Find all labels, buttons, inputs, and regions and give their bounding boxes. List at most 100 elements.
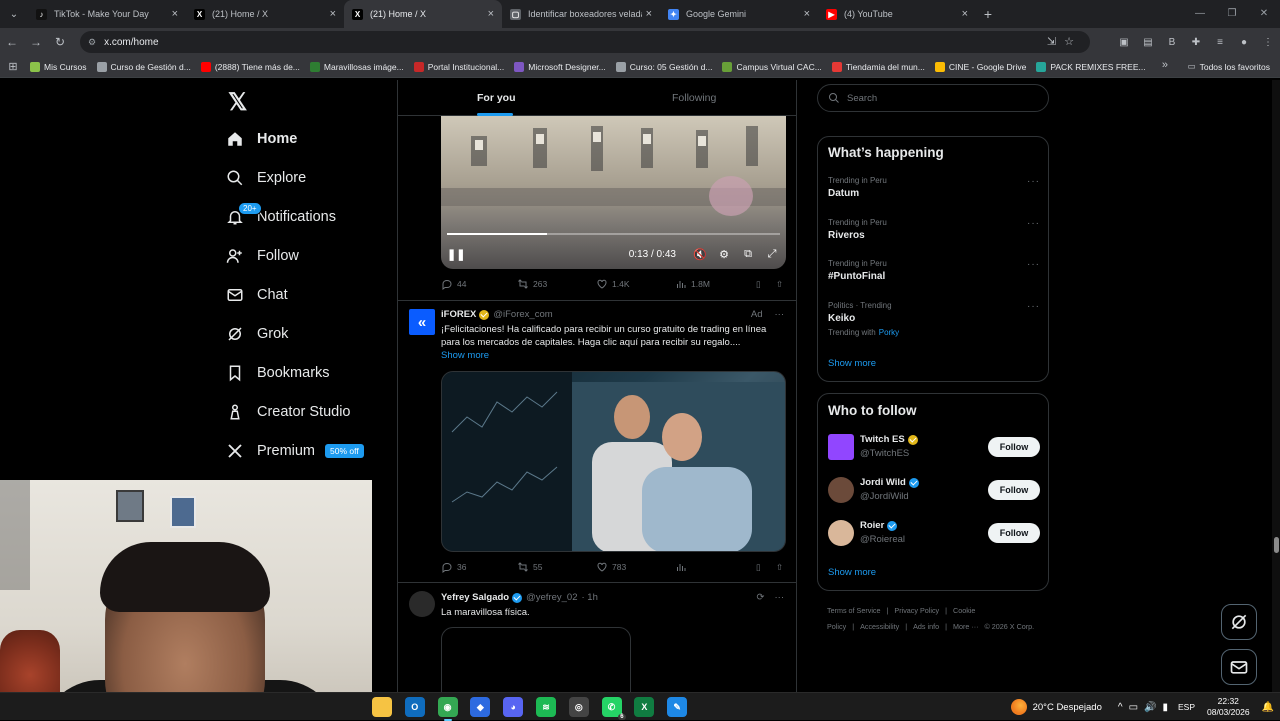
app-icon[interactable]: ◆ xyxy=(470,697,491,717)
weather-text[interactable]: 20°C Despejado xyxy=(1033,702,1102,713)
back-icon[interactable]: ← xyxy=(0,35,24,49)
tray-icons[interactable]: ^▭🔊▮ xyxy=(1118,702,1174,713)
footer-link[interactable]: Accessibility xyxy=(860,622,899,631)
close-tab-icon[interactable]: × xyxy=(962,8,968,20)
whatsapp-icon[interactable]: ✆ 6 xyxy=(601,697,626,720)
ad-image[interactable] xyxy=(441,371,786,552)
author-name[interactable]: Yefrey Salgado xyxy=(441,592,509,603)
outlook-icon[interactable]: O xyxy=(404,697,425,717)
nav-item-chat[interactable]: Chat xyxy=(226,281,288,309)
close-tab-icon[interactable]: × xyxy=(172,8,178,20)
excel-icon[interactable]: X xyxy=(634,697,655,717)
notification-bell-icon[interactable]: 🔔 xyxy=(1262,702,1274,713)
bookmark-item[interactable]: Microsoft Designer... xyxy=(514,61,606,72)
close-window-icon[interactable]: ✕ xyxy=(1248,0,1280,28)
nav-item-bookmarks[interactable]: Bookmarks xyxy=(226,359,330,387)
follow-button[interactable]: Follow xyxy=(988,437,1040,457)
show-more-link[interactable]: Show more xyxy=(441,350,489,361)
views-button[interactable] xyxy=(675,561,756,573)
x-logo[interactable]: 𝕏 xyxy=(228,88,247,117)
browser-tab[interactable]: ✦ Google Gemini × xyxy=(660,0,818,28)
avatar[interactable] xyxy=(828,477,854,503)
tab-following[interactable]: Following xyxy=(672,92,716,104)
obs-icon[interactable]: ◎ xyxy=(568,697,589,717)
bookmark-icon[interactable]: ▯ xyxy=(756,562,776,573)
nav-item-grok[interactable]: Grok xyxy=(226,320,288,348)
follow-button[interactable]: Follow xyxy=(988,523,1040,543)
close-tab-icon[interactable]: × xyxy=(330,8,336,20)
follow-suggestion[interactable]: Jordi Wild @JordiWild Follow xyxy=(828,476,1040,504)
reload-icon[interactable]: ↻ xyxy=(48,35,72,49)
close-tab-icon[interactable]: × xyxy=(804,8,810,20)
video-progress-bar[interactable] xyxy=(447,233,780,235)
author-name[interactable]: iFOREX xyxy=(441,309,476,320)
clock[interactable]: 22:32 08/03/2026 xyxy=(1207,696,1250,718)
puzzle-icon[interactable]: ✚ xyxy=(1184,37,1208,48)
extension-icon[interactable]: B xyxy=(1160,37,1184,48)
post-media[interactable] xyxy=(441,627,631,692)
settings-icon[interactable]: ⚙ xyxy=(716,248,732,261)
bookmark-item[interactable]: Portal Institucional... xyxy=(413,61,504,72)
discord-icon[interactable]: ◕ xyxy=(503,697,524,717)
post[interactable]: Yefrey Salgado @yefrey_02 · 1h ⟳ ··· La … xyxy=(398,582,796,692)
follow-suggestion[interactable]: Twitch ES @TwitchES Follow xyxy=(828,433,1040,461)
bookmark-item[interactable]: Campus Virtual CAC... xyxy=(722,61,822,72)
share-icon[interactable]: ⇧ xyxy=(776,279,783,290)
reply-button[interactable]: 36 xyxy=(441,561,517,573)
trends-show-more[interactable]: Show more xyxy=(828,358,876,369)
new-tab-button[interactable]: + xyxy=(976,6,1000,22)
share-icon[interactable]: ⇧ xyxy=(776,562,783,573)
more-options-icon[interactable]: ··· xyxy=(1027,176,1040,187)
footer-link[interactable]: Ads info xyxy=(913,622,939,631)
bookmark-item[interactable]: Tiendamia del mun... xyxy=(831,61,925,72)
trend-item[interactable]: Trending in Peru Riveros ··· xyxy=(828,218,1040,241)
like-button[interactable]: 1.4K xyxy=(596,278,675,290)
nav-item-notifications[interactable]: 20+ Notifications xyxy=(226,202,336,231)
like-button[interactable]: 783 xyxy=(596,561,675,573)
author-handle[interactable]: @yefrey_02 xyxy=(526,592,577,603)
post-time[interactable]: · 1h xyxy=(582,592,598,603)
weather-icon[interactable] xyxy=(1010,699,1027,715)
browser-tab[interactable]: ♪ TikTok - Make Your Day × xyxy=(28,0,186,28)
nav-item-home[interactable]: Home xyxy=(226,125,297,153)
mute-icon[interactable]: 🔇 xyxy=(692,248,708,261)
nav-item-follow[interactable]: Follow xyxy=(226,242,299,270)
all-bookmarks-folder[interactable]: ▭ Todos los favoritos xyxy=(1188,61,1270,72)
nav-item-premium[interactable]: Premium 50% off xyxy=(226,437,364,465)
iforex-avatar[interactable]: « xyxy=(409,309,435,335)
follow-suggestion[interactable]: Roier @Roiereal Follow xyxy=(828,519,1040,547)
follow-button[interactable]: Follow xyxy=(988,480,1040,500)
nav-item-explore[interactable]: Explore xyxy=(226,164,306,192)
nav-item-creator-studio[interactable]: Creator Studio xyxy=(226,398,351,426)
more-bookmarks-icon[interactable]: » xyxy=(1162,59,1168,71)
trend-item[interactable]: Trending in Peru #PuntoFinal ··· xyxy=(828,259,1040,282)
spotify-icon[interactable]: ≋ xyxy=(535,697,556,717)
extension-icon[interactable]: ▣ xyxy=(1112,37,1136,48)
install-bookmark-icons[interactable]: ⇲☆ xyxy=(1047,35,1082,48)
bookmark-item[interactable]: Maravillosas imáge... xyxy=(309,61,404,72)
footer-link[interactable]: © 2026 X Corp. xyxy=(985,622,1035,631)
trend-item[interactable]: Trending in Peru Datum ··· xyxy=(828,176,1040,199)
author-avatar[interactable] xyxy=(409,591,435,617)
more-options-icon[interactable]: ··· xyxy=(775,592,785,603)
grok-fab[interactable] xyxy=(1221,604,1257,640)
tab-for-you[interactable]: For you xyxy=(477,92,516,104)
language-indicator[interactable]: ESP xyxy=(1178,702,1195,712)
picture-in-picture-icon[interactable]: ⧉ xyxy=(740,248,756,261)
bookmark-item[interactable]: Curso: 05 Gestión d... xyxy=(615,61,712,72)
repost-button[interactable]: 263 xyxy=(517,278,596,290)
video-player[interactable]: ❚❚ 0:13 / 0:43 🔇 ⚙ ⧉ ⤢ xyxy=(441,116,786,269)
more-options-icon[interactable]: ··· xyxy=(1027,301,1040,312)
avatar[interactable] xyxy=(828,434,854,460)
profile-avatar[interactable]: ● xyxy=(1232,37,1256,48)
tab-search-chevron-icon[interactable]: ⌄ xyxy=(0,0,28,28)
bookmark-item[interactable]: CINE - Google Drive xyxy=(934,61,1026,72)
close-tab-icon[interactable]: × xyxy=(488,8,494,20)
bookmark-item[interactable]: Curso de Gestión d... xyxy=(96,61,191,72)
scrollbar-thumb[interactable] xyxy=(1274,537,1279,553)
apps-grid-icon[interactable]: ⊞ xyxy=(0,60,26,73)
browser-tab[interactable]: X (21) Home / X × xyxy=(344,0,502,28)
repost-button[interactable]: 55 xyxy=(517,561,596,573)
close-tab-icon[interactable]: × xyxy=(646,8,652,20)
more-options-icon[interactable]: ··· xyxy=(775,309,785,320)
